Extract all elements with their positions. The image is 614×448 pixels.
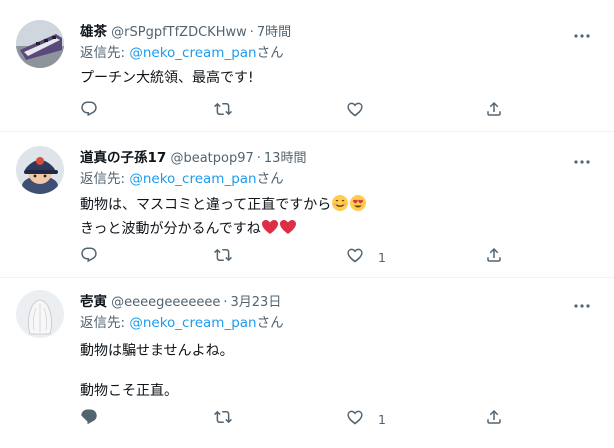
retweet-button[interactable]	[214, 101, 232, 121]
reply-button[interactable]	[80, 101, 98, 121]
like-button[interactable]	[346, 101, 378, 121]
retweet-icon	[214, 100, 232, 122]
reply-to-mention[interactable]: @neko_cream_pan	[129, 171, 256, 187]
separator-dot: ·	[223, 295, 228, 310]
red-heart-emoji-icon	[279, 218, 297, 242]
tweet-text-line: 動物は、マスコミと違って正直ですから	[80, 197, 332, 213]
smiling-face-emoji-icon	[331, 194, 349, 218]
tweet-text-line: プーチン大統領、最高です!	[80, 70, 254, 86]
reply-to-prefix: 返信先:	[80, 171, 130, 187]
reply-button[interactable]	[80, 247, 98, 267]
display-name[interactable]: 壱寅	[80, 294, 107, 310]
user-handle[interactable]: @beatpop97	[170, 151, 253, 166]
separator-dot: ·	[256, 151, 261, 166]
action-bar: 1	[80, 409, 520, 429]
tweet-text-line: きっと波動が分かるんですね	[80, 221, 261, 237]
more-button[interactable]	[572, 22, 592, 42]
tweet-text: 動物は騙せませんよね。 動物こそ正直。	[80, 341, 234, 401]
reply-to-mention[interactable]: @neko_cream_pan	[129, 45, 256, 61]
reply-to-suffix: さん	[256, 45, 284, 61]
share-icon	[485, 408, 503, 430]
share-button[interactable]	[485, 409, 503, 429]
retweet-icon	[214, 408, 232, 430]
tweet[interactable]: 壱寅 @eeeegeeeeeee · 3月23日 返信先: @neko_cream_…	[0, 278, 614, 448]
reply-icon	[80, 246, 98, 268]
reply-to: 返信先: @neko_cream_panさん	[80, 43, 284, 63]
avatar[interactable]	[16, 20, 64, 68]
retweet-button[interactable]	[214, 247, 232, 267]
tweet[interactable]: 道真の子孫17 @beatpop97 · 13時間 返信先: @neko_cream…	[0, 132, 614, 278]
tweet-header: 壱寅 @eeeegeeeeeee · 3月23日	[80, 292, 281, 312]
tweet-text-line: 動物こそ正直。	[80, 383, 178, 399]
timestamp[interactable]: 7時間	[257, 25, 291, 40]
like-button[interactable]: 1	[346, 247, 386, 267]
separator-dot: ·	[249, 25, 254, 40]
reply-icon	[80, 100, 98, 122]
reply-to: 返信先: @neko_cream_panさん	[80, 169, 284, 189]
reply-button[interactable]	[80, 409, 98, 429]
more-icon	[574, 149, 590, 168]
tweet-header: 道真の子孫17 @beatpop97 · 13時間	[80, 148, 306, 168]
share-button[interactable]	[485, 247, 503, 267]
share-icon	[485, 100, 503, 122]
reply-to-suffix: さん	[256, 315, 284, 331]
retweet-icon	[214, 246, 232, 268]
user-handle[interactable]: @rSPgpfTfZDCKHww	[111, 25, 247, 40]
user-handle[interactable]: @eeeegeeeeeee	[111, 295, 220, 310]
avatar[interactable]	[16, 146, 64, 194]
like-count: 1	[378, 411, 386, 427]
action-bar: 1	[80, 247, 520, 267]
display-name[interactable]: 道真の子孫17	[80, 150, 166, 166]
heart-eyes-emoji-icon	[349, 194, 367, 218]
tweet-header: 雄茶 @rSPgpfTfZDCKHww · 7時間	[80, 22, 291, 42]
more-icon	[574, 23, 590, 42]
avatar[interactable]	[16, 290, 64, 338]
tweet-text: プーチン大統領、最高です!	[80, 68, 254, 88]
reply-to-suffix: さん	[256, 171, 284, 187]
reply-icon	[80, 408, 98, 430]
heart-icon	[346, 246, 364, 268]
timestamp[interactable]: 13時間	[264, 151, 307, 166]
like-count: 1	[378, 249, 386, 265]
more-button[interactable]	[572, 292, 592, 312]
tweet-text: 動物は、マスコミと違って正直ですから きっと波動が分かるんですね	[80, 194, 367, 242]
reply-to: 返信先: @neko_cream_panさん	[80, 313, 284, 333]
tweet[interactable]: 雄茶 @rSPgpfTfZDCKHww · 7時間 返信先: @neko_cream…	[0, 0, 614, 132]
action-bar	[80, 101, 520, 121]
red-heart-emoji-icon	[261, 218, 279, 242]
share-icon	[485, 246, 503, 268]
retweet-button[interactable]	[214, 409, 232, 429]
more-icon	[574, 293, 590, 312]
like-button[interactable]: 1	[346, 409, 386, 429]
reply-to-prefix: 返信先:	[80, 315, 130, 331]
timestamp[interactable]: 3月23日	[231, 295, 282, 310]
heart-icon	[346, 100, 364, 122]
heart-icon	[346, 408, 364, 430]
share-button[interactable]	[485, 101, 503, 121]
reply-to-mention[interactable]: @neko_cream_pan	[129, 315, 256, 331]
more-button[interactable]	[572, 148, 592, 168]
tweet-text-line: 動物は騙せませんよね。	[80, 343, 234, 359]
display-name[interactable]: 雄茶	[80, 24, 107, 40]
reply-to-prefix: 返信先:	[80, 45, 130, 61]
